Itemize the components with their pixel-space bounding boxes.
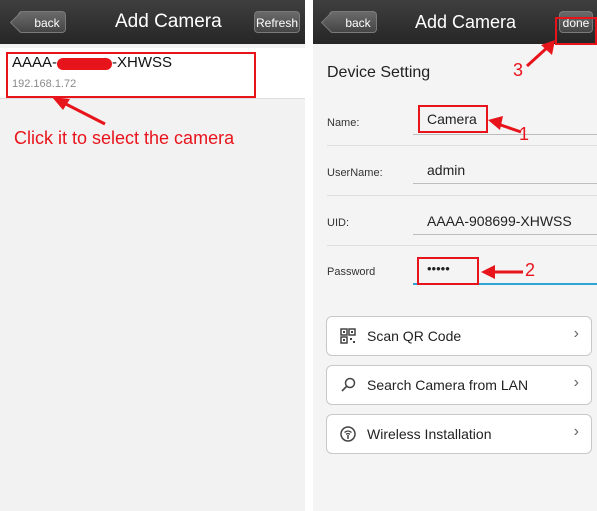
right-screen: back Add Camera done Device Setting Name… xyxy=(313,0,597,511)
search-camera-lan-label: Search Camera from LAN xyxy=(367,377,529,393)
chevron-right-icon: › xyxy=(573,325,579,342)
wireless-installation-label: Wireless Installation xyxy=(367,426,492,442)
search-icon xyxy=(341,377,356,392)
wireless-icon xyxy=(340,426,356,442)
left-screen: back Add Camera Refresh AAAA- -XHWSS 192.… xyxy=(0,0,305,511)
chevron-right-icon: › xyxy=(573,374,579,391)
chevron-right-icon: › xyxy=(573,423,579,440)
search-camera-lan-button[interactable]: Search Camera from LAN › xyxy=(326,365,592,405)
qr-code-icon xyxy=(340,328,356,344)
annotation-arrow-left xyxy=(52,97,106,126)
scan-qr-code-button[interactable]: Scan QR Code › xyxy=(326,316,592,356)
wireless-installation-button[interactable]: Wireless Installation › xyxy=(326,414,592,454)
scan-qr-code-label: Scan QR Code xyxy=(367,328,462,344)
